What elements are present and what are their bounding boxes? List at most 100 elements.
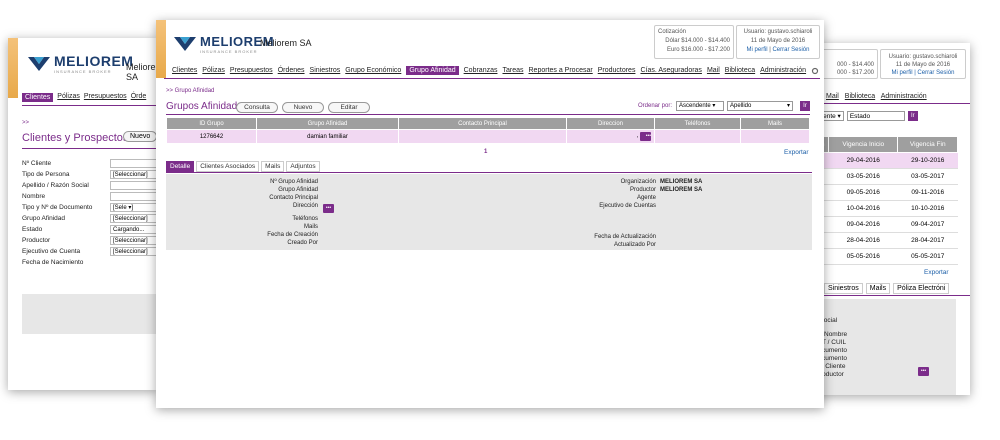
tipo-documento-select[interactable]: [Sele ▾] [110,203,158,212]
breadcrumb[interactable]: >> Grupo Afinidad [166,88,214,94]
order-field-select[interactable]: Estado [846,111,905,121]
detail-label: cumento [822,347,847,354]
tab-mails[interactable]: Mails [261,161,285,172]
nav-clientes[interactable]: Clientes [22,93,54,102]
editar-button[interactable]: Editar [328,102,370,113]
order-go-button[interactable]: Ir [800,101,810,111]
direccion-detail-button[interactable]: ••• [323,204,334,213]
nombre-input[interactable] [110,192,158,201]
table-row[interactable]: 01609-04-201609-04-2017 [806,216,958,233]
estado-select[interactable]: Cargando... [110,225,158,234]
order-direction-select[interactable]: Ascendente ▾ [676,101,724,111]
pagination-page[interactable]: 1 [484,149,487,155]
side-tab[interactable] [8,38,18,98]
order-go-button[interactable]: Ir [907,111,918,121]
profile-link[interactable]: Mi perfil [747,47,768,53]
productor-lookup-button[interactable]: ••• [918,367,929,376]
table-row[interactable]: 01610-04-201610-10-2016 [806,200,958,217]
detail-right-values: MELIOREM SA MELIOREM SA [660,178,702,194]
table-cell: 10-04-2016 [828,200,898,217]
tab-clientes-asociados[interactable]: Clientes Asociados [196,161,260,172]
export-link[interactable]: Exportar [784,149,809,156]
column-header[interactable]: Direccion [566,117,655,130]
nav-reportes[interactable]: Reportes a Procesar [529,67,593,74]
table-row[interactable]: 01628-04-201628-04-2017 [806,232,958,249]
nav-biblioteca[interactable]: Biblioteca [725,67,755,74]
tab-mails[interactable]: Mails [865,283,891,294]
detail-label: Dirección [292,203,318,209]
nav-productores[interactable]: Productores [598,67,636,74]
table-row[interactable]: 01603-05-201603-05-2017 [806,168,958,185]
ejecutivo-select[interactable]: [Seleccionar] [110,247,158,256]
table-row[interactable]: 01605-05-201605-05-2017 [806,248,958,265]
nav-cobranzas[interactable]: Cobranzas [464,67,498,74]
nav-grupo-afinidad[interactable]: Grupo Afinidad [406,66,459,75]
nav-administracion[interactable]: Administración [760,67,806,74]
table-cell: 1276642 [166,129,257,144]
settings-icon[interactable] [811,67,819,75]
nav-ordenes[interactable]: Órde [131,93,147,102]
detail-tabs: Detalle Clientes Asociados Mails Adjunto… [166,161,320,172]
tab-poliza-electronica[interactable]: Póliza Electróni [893,283,950,294]
tab-siniestros[interactable]: Siniestros [824,283,863,294]
nuevo-button[interactable]: Nuevo [282,102,324,113]
detail-panel: n Social Nombre T / CUIL cumento cumento… [806,299,956,395]
page-title: Clientes y Prospectos [22,132,129,144]
order-field-select[interactable]: Apellido ▾ [727,101,793,111]
nav-polizas[interactable]: Pólizas [202,67,225,74]
column-header[interactable]: ID Grupo [166,117,257,130]
table-row[interactable]: 1276642 damian familiar , ••• [166,129,810,144]
table-row[interactable]: 01609-05-201609-11-2016 [806,184,958,201]
nav-mail[interactable]: Mail [707,67,720,74]
breadcrumb[interactable]: >> [22,120,29,126]
nav-grupo-economico[interactable]: Grupo Económico [345,67,401,74]
nav-ordenes[interactable]: Órdenes [278,67,305,74]
nav-biblioteca[interactable]: Biblioteca [845,93,875,100]
table-cell [398,129,567,144]
divider [164,78,820,79]
detail-label: Grupo Afinidad [278,187,318,193]
current-date: 11 de Mayo de 2016 [750,38,806,44]
nav-aseguradoras[interactable]: Cías. Aseguradoras [640,67,701,74]
table-cell: 09-05-2016 [828,184,898,201]
detail-label: Mails [303,224,318,230]
tab-detalle[interactable]: Detalle [166,161,195,172]
consulta-button[interactable]: Consulta [236,102,278,113]
column-header[interactable]: Teléfonos [654,117,741,130]
nav-presupuestos[interactable]: Presupuestos [84,93,127,102]
column-header[interactable]: Vigencia Inicio [827,136,899,153]
export-link[interactable]: Exportar [924,269,949,276]
cliente-number-input[interactable] [110,159,158,168]
detail-label: Creado Por [287,240,318,246]
detail-label: Agente [636,195,656,201]
nav-administracion[interactable]: Administración [881,93,927,100]
column-header[interactable]: Vigencia Fin [897,136,958,153]
nav-polizas[interactable]: Pólizas [57,93,80,102]
field-label: Tipo y Nº de Documento [22,204,93,211]
productor-select[interactable]: [Seleccionar] [110,236,158,245]
column-header[interactable]: Mails [740,117,810,130]
tipo-persona-select[interactable]: [Seleccionar] [110,170,158,179]
direccion-button[interactable]: ••• [640,132,651,141]
logout-link[interactable]: Cerrar Sesión [772,47,809,53]
side-tab[interactable] [156,20,166,78]
nav-clientes[interactable]: Clientes [172,67,197,74]
new-button[interactable]: Nuevo [123,131,158,142]
column-header[interactable]: Contacto Principal [398,117,567,130]
nav-tareas[interactable]: Tareas [502,67,523,74]
divider [806,103,970,104]
apellido-input[interactable] [110,181,158,190]
order-direction-value: Ascendente [679,103,711,109]
nav-mail[interactable]: Mail [826,93,839,100]
detail-right-labels: Organización Productor Agente Ejecutivo … [546,178,656,249]
order-field-value: Apellido [730,103,752,109]
detail-label: l Cliente [822,363,846,370]
column-header[interactable]: Grupo Afinidad [256,117,399,130]
nav-siniestros[interactable]: Siniestros [310,67,341,74]
tab-adjuntos[interactable]: Adjuntos [286,161,320,172]
page-title: Grupos Afinidad [166,101,238,112]
user-links[interactable]: Mi perfil | Cerrar Sesión [884,69,962,77]
table-row[interactable]: 01629-04-201629-10-2016 [806,152,958,169]
nav-presupuestos[interactable]: Presupuestos [230,67,273,74]
grupo-afinidad-select[interactable]: [Seleccionar] [110,214,158,223]
